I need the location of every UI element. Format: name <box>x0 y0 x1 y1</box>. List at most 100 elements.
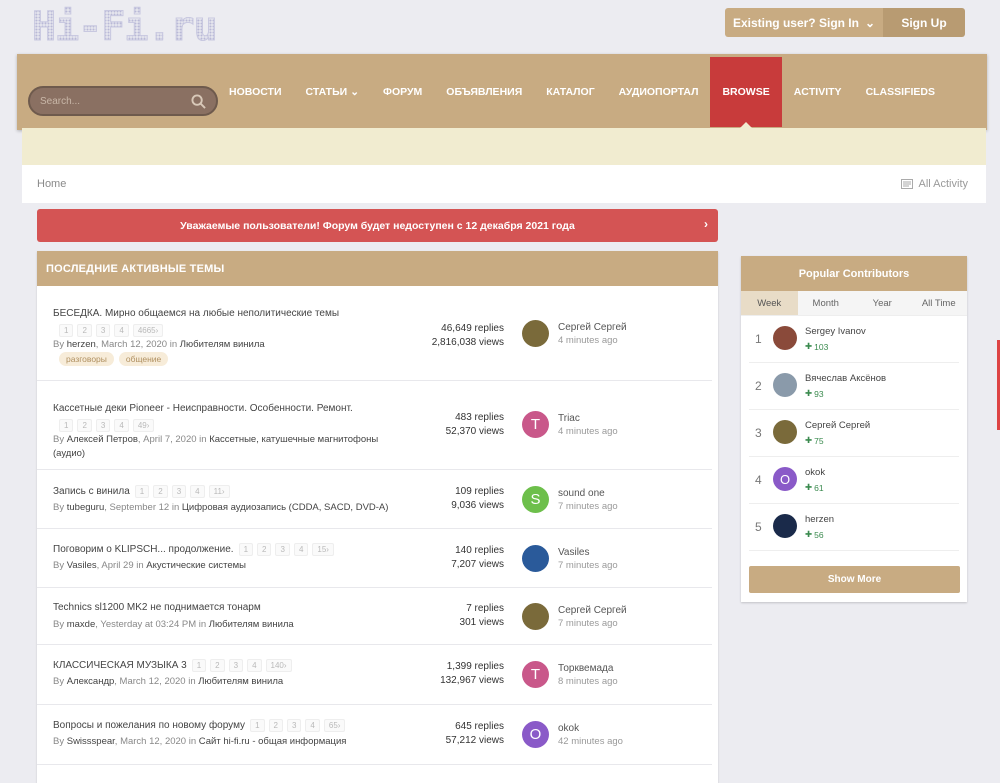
page-link[interactable]: 1 <box>250 719 265 732</box>
sign-up-button[interactable]: Sign Up <box>883 8 965 37</box>
avatar[interactable] <box>522 544 549 572</box>
page-link[interactable]: 4 <box>190 485 205 498</box>
page-link[interactable]: 15› <box>312 543 334 556</box>
topic-title-text[interactable]: БЕСЕДКА. Мирно общаемся на любые неполит… <box>53 308 339 319</box>
author-link[interactable]: Алексей Петров <box>67 434 138 445</box>
page-link[interactable]: 49› <box>132 419 155 432</box>
site-logo[interactable]: Hi-Fi.ru <box>32 4 219 51</box>
page-link[interactable]: 2 <box>268 719 283 732</box>
forum-link[interactable]: Любителям винила <box>180 339 265 350</box>
nav-item-articles[interactable]: СТАТЬИ ⌄ <box>294 57 371 127</box>
topic-row[interactable]: КЛАССИЧЕСКАЯ МУЗЫКА 3 1 2 3 4 140› By Александ… <box>37 645 712 705</box>
announcement-banner[interactable]: Уважаемые пользователи! Форум будет недо… <box>37 209 718 242</box>
page-link[interactable]: 1 <box>134 485 150 498</box>
contributor-row[interactable]: 3 Сергей Сергей ✚ 75 <box>749 410 959 457</box>
nav-item-catalog[interactable]: КАТАЛОГ <box>534 57 606 127</box>
page-link[interactable]: 3 <box>286 719 302 732</box>
nav-item-activity[interactable]: ACTIVITY <box>782 57 854 127</box>
last-poster[interactable]: Triac <box>558 413 580 424</box>
tab-all-time[interactable]: All Time <box>911 291 968 315</box>
search-icon[interactable] <box>191 93 206 109</box>
contributor-name[interactable]: Sergey Ivanov <box>805 326 866 337</box>
forum-link[interactable]: Акустические системы <box>146 560 246 571</box>
avatar[interactable] <box>773 373 797 397</box>
page-link[interactable]: 2 <box>77 324 92 337</box>
topic-row[interactable]: Запись с винила 1 2 3 4 11› By tubeguru, Septe… <box>37 470 712 529</box>
author-link[interactable]: Vasiles <box>67 560 97 571</box>
forum-link[interactable]: Любителям винила <box>209 619 294 630</box>
page-link[interactable]: 1 <box>191 659 207 672</box>
topic-title-text[interactable]: Technics sl1200 MK2 не поднимается тонар… <box>53 602 261 613</box>
avatar[interactable]: O <box>522 721 549 748</box>
tab-month[interactable]: Month <box>798 291 855 315</box>
page-link[interactable]: 3 <box>228 659 244 672</box>
page-link[interactable]: 4 <box>305 719 320 732</box>
nav-item-classifieds[interactable]: CLASSIFIEDS <box>854 57 947 127</box>
page-link[interactable]: 4 <box>114 324 129 337</box>
topic-row[interactable]: БЕСЕДКА. Мирно общаемся на любые неполит… <box>37 286 712 381</box>
topic-row[interactable]: Вопросы и пожелания по новому форуму 1 2 3 4… <box>37 705 712 765</box>
avatar[interactable] <box>522 602 549 630</box>
page-link[interactable]: 1 <box>59 419 74 432</box>
avatar[interactable] <box>773 326 797 350</box>
page-link[interactable]: 65› <box>323 719 346 732</box>
page-link[interactable]: 3 <box>275 543 290 556</box>
forum-link[interactable]: Кассетные, катушечные магнитофоны <box>209 434 378 445</box>
forum-link[interactable]: Сайт hi-fi.ru - общая информация <box>199 736 347 747</box>
page-link[interactable]: 4 <box>114 419 129 432</box>
author-link[interactable]: tubeguru <box>67 502 105 513</box>
page-link[interactable]: 2 <box>77 419 92 432</box>
page-link[interactable]: 4 <box>247 659 262 672</box>
topic-row[interactable]: Кассетные деки Pioneer - Неисправности. … <box>37 381 712 470</box>
topic-title[interactable]: КЛАССИЧЕСКАЯ МУЗЫКА 3 1 2 3 4 140› <box>53 659 292 672</box>
page-link[interactable]: 3 <box>95 419 111 432</box>
contributor-name[interactable]: Вячеслав Аксёнов <box>805 373 886 384</box>
author-link[interactable]: Александр <box>67 676 115 687</box>
author-link[interactable]: herzen <box>67 339 96 350</box>
page-link[interactable]: 2 <box>257 543 272 556</box>
topic-title-text[interactable]: КЛАССИЧЕСКАЯ МУЗЫКА 3 <box>53 660 187 671</box>
topic-row[interactable]: Поговорим о KLIPSCH... продолжение. 1 2 3 4 1… <box>37 529 712 588</box>
topic-title-text[interactable]: Вопросы и пожелания по новому форуму <box>53 720 245 731</box>
topic-title[interactable]: Поговорим о KLIPSCH... продолжение. 1 2 3 4 1… <box>53 543 334 556</box>
avatar[interactable]: T <box>522 411 549 438</box>
page-link[interactable]: 3 <box>95 324 111 337</box>
page-link[interactable]: 1 <box>59 324 74 337</box>
nav-item-ads[interactable]: ОБЪЯВЛЕНИЯ <box>434 57 534 127</box>
forum-link[interactable]: Любителям винила <box>198 676 283 687</box>
tag[interactable]: общение <box>118 352 169 366</box>
tag[interactable]: разговоры <box>59 352 114 366</box>
last-poster[interactable]: okok <box>558 723 579 734</box>
contributor-row[interactable]: 4 O okok ✚ 61 <box>749 457 959 504</box>
nav-item-news[interactable]: НОВОСТИ <box>217 57 294 127</box>
show-more-button[interactable]: Show More <box>749 566 960 593</box>
last-poster[interactable]: Сергей Сергей <box>558 605 627 616</box>
page-link[interactable]: 4 <box>293 543 309 556</box>
page-link[interactable]: 2 <box>153 485 168 498</box>
topic-row[interactable]: Technics sl1200 MK2 не поднимается тонар… <box>37 588 712 645</box>
page-link[interactable]: 2 <box>210 659 225 672</box>
contributor-name[interactable]: okok <box>805 467 825 478</box>
tab-week[interactable]: Week <box>741 291 798 315</box>
topic-title[interactable]: Кассетные деки Pioneer - Неисправности. … <box>53 403 353 414</box>
last-poster[interactable]: sound one <box>558 488 605 499</box>
avatar[interactable]: S <box>522 485 549 513</box>
author-link[interactable]: Swissspear <box>67 736 115 747</box>
nav-item-forum[interactable]: ФОРУМ <box>371 57 434 127</box>
contributor-name[interactable]: herzen <box>805 514 834 525</box>
page-link[interactable]: 3 <box>171 485 187 498</box>
topic-title[interactable]: Technics sl1200 MK2 не поднимается тонар… <box>53 602 261 613</box>
topic-title[interactable]: Запись с винила 1 2 3 4 11› <box>53 485 230 498</box>
page-link[interactable]: 4665› <box>132 324 164 337</box>
avatar[interactable] <box>522 320 549 347</box>
tab-year[interactable]: Year <box>854 291 911 315</box>
search-input[interactable]: Search... <box>28 86 218 116</box>
last-poster[interactable]: Сергей Сергей <box>558 322 627 333</box>
all-activity-link[interactable]: All Activity <box>901 178 968 190</box>
topic-title-text[interactable]: Запись с винила <box>53 486 130 497</box>
avatar[interactable]: T <box>522 661 549 688</box>
contributor-row[interactable]: 1 Sergey Ivanov ✚ 103 <box>749 316 959 363</box>
contributor-row[interactable]: 5 herzen ✚ 56 <box>749 504 959 551</box>
topic-title-text[interactable]: Поговорим о KLIPSCH... продолжение. <box>53 544 234 555</box>
forum-link[interactable]: Цифровая аудиозапись (CDDA, SACD, DVD-A) <box>182 502 389 513</box>
